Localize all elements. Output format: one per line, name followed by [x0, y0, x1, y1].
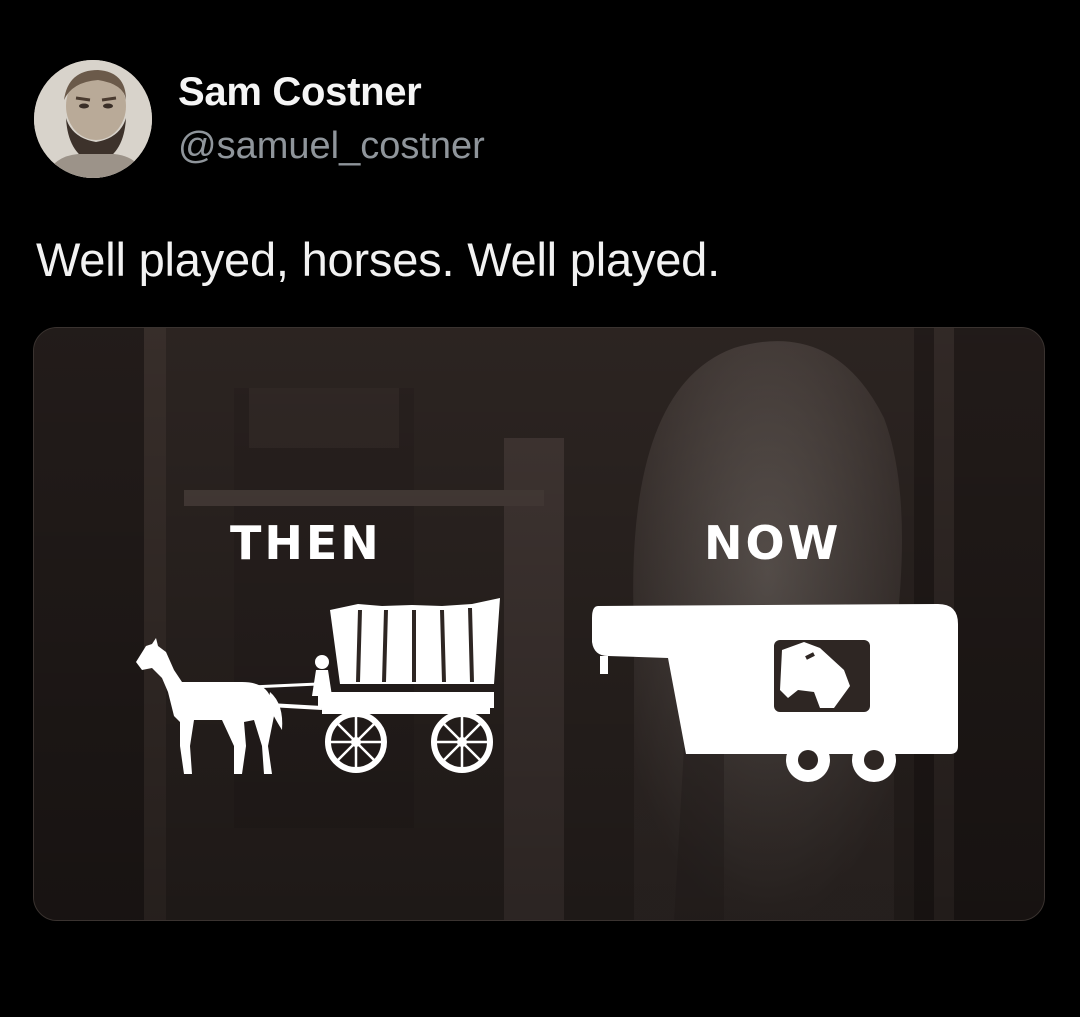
author-info: Sam Costner @samuel_costner [178, 68, 485, 170]
tweet-text: Well played, horses. Well played. [36, 233, 720, 286]
horse-drawn-covered-wagon-icon [136, 598, 500, 774]
horse-trailer-icon [592, 604, 958, 782]
author-display-name[interactable]: Sam Costner [178, 68, 485, 116]
avatar[interactable] [34, 60, 152, 178]
avatar-portrait [34, 60, 152, 178]
tweet-header: Sam Costner @samuel_costner [34, 60, 485, 178]
now-label: NOW [704, 516, 842, 570]
then-label: THEN [230, 516, 382, 570]
author-handle[interactable]: @samuel_costner [178, 122, 485, 170]
tweet-media-image[interactable]: THEN NOW [33, 327, 1045, 921]
